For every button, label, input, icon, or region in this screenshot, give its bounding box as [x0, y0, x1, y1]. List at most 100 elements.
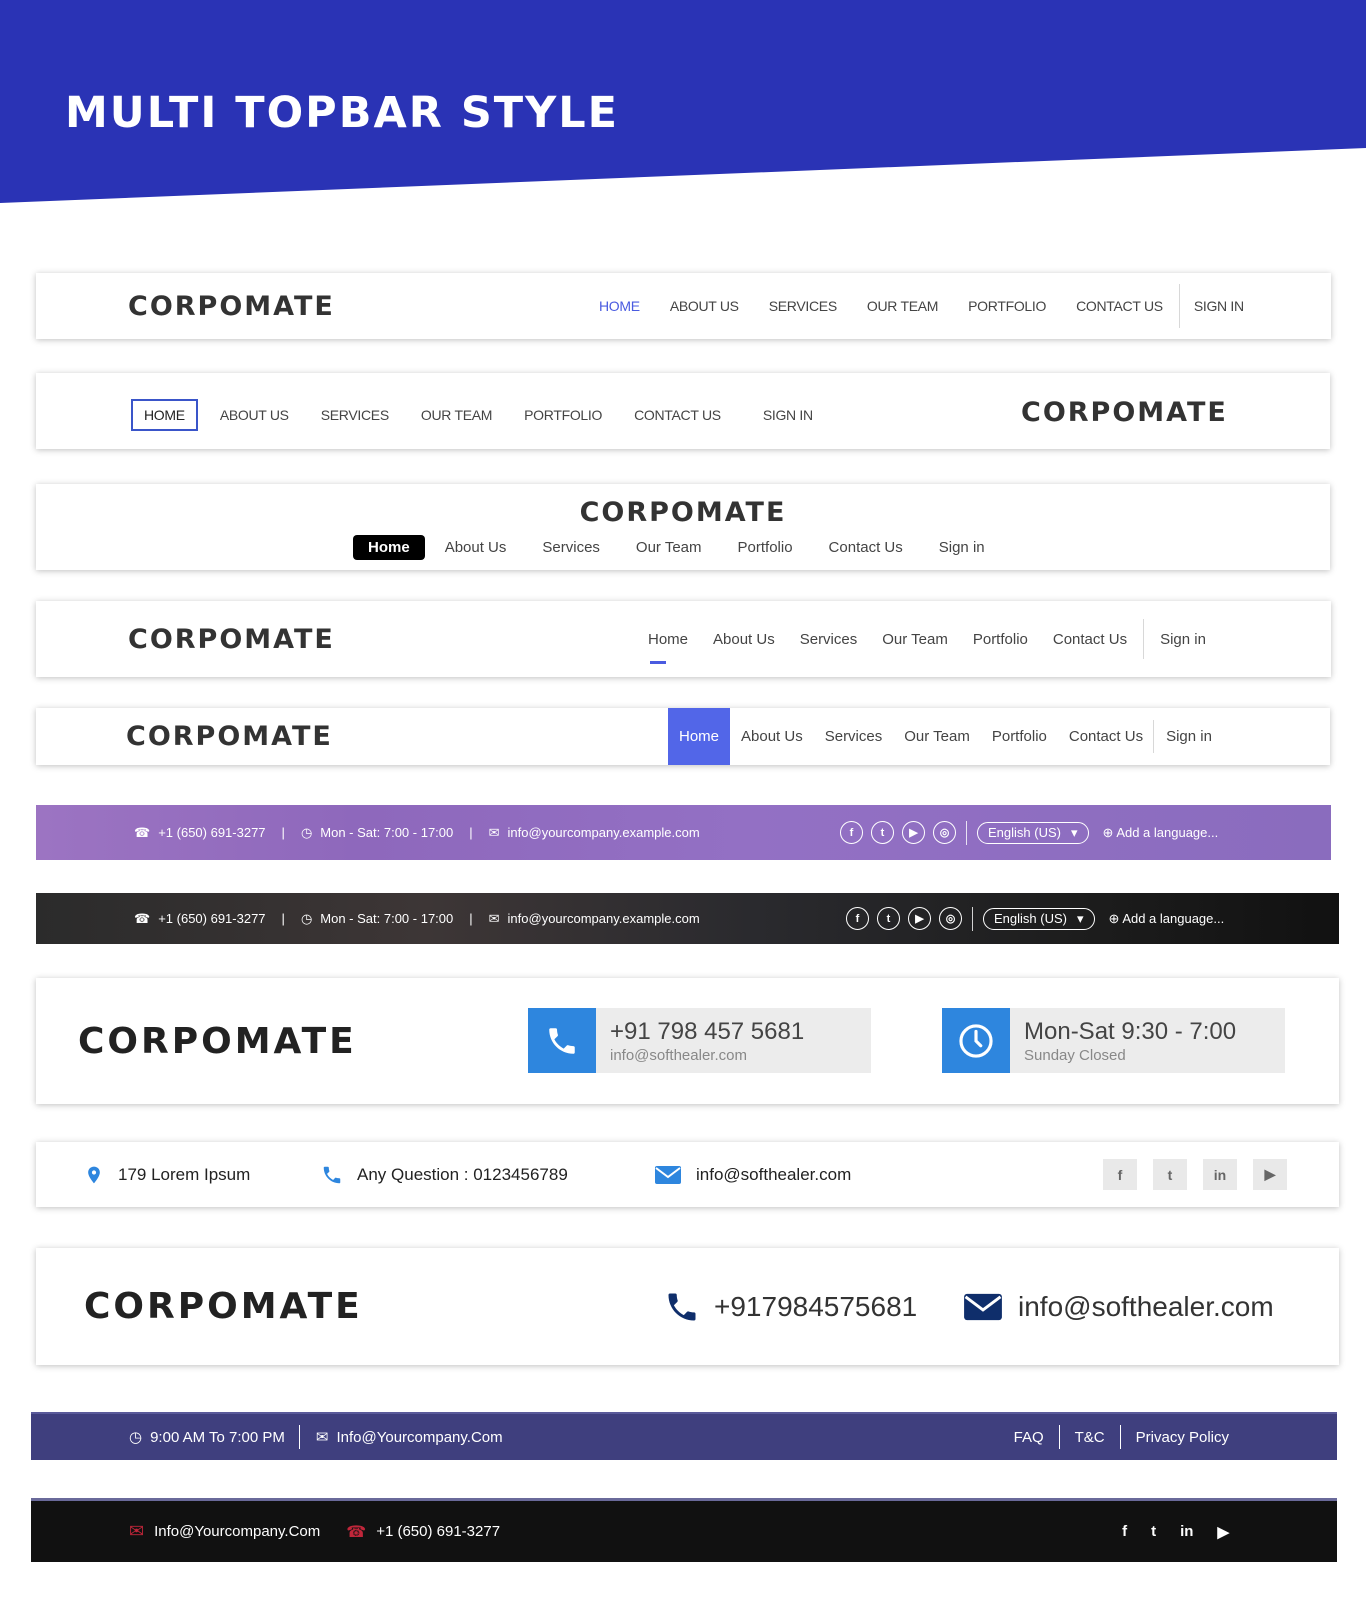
nav-contact[interactable]: Contact Us: [829, 539, 903, 556]
instagram-icon[interactable]: ◎: [939, 907, 962, 930]
facebook-icon[interactable]: f: [1122, 1523, 1127, 1540]
main-nav: HOME ABOUT US SERVICES OUR TEAM PORTFOLI…: [131, 399, 845, 431]
linkedin-icon[interactable]: in: [1203, 1159, 1237, 1190]
logo[interactable]: CORPOMATE: [1021, 397, 1228, 428]
email-link[interactable]: info@yourcompany.example.com: [508, 825, 700, 840]
nav-signin[interactable]: SIGN IN: [1194, 298, 1244, 314]
twitter-icon[interactable]: t: [877, 907, 900, 930]
language-select[interactable]: English (US) ▾: [983, 907, 1095, 930]
nav-portfolio[interactable]: Portfolio: [973, 631, 1028, 648]
info-topbar-dark: ☎ +1 (650) 691-3277 | ◷ Mon - Sat: 7:00 …: [36, 893, 1339, 944]
question-item: Any Question : 0123456789: [321, 1142, 568, 1207]
divider: [966, 820, 967, 845]
email-link[interactable]: info@yourcompany.example.com: [508, 911, 700, 926]
nav-services[interactable]: SERVICES: [321, 407, 389, 423]
nav-contact[interactable]: CONTACT US: [634, 407, 721, 423]
nav-signin[interactable]: Sign in: [939, 539, 985, 556]
faq-link[interactable]: FAQ: [1014, 1429, 1044, 1446]
nav-contact[interactable]: CONTACT US: [1076, 298, 1163, 314]
logo[interactable]: CORPOMATE: [128, 624, 335, 655]
youtube-icon[interactable]: ▶: [1217, 1523, 1229, 1541]
opening-hours: Mon - Sat: 7:00 - 17:00: [320, 911, 454, 926]
nav-team[interactable]: Our Team: [882, 631, 948, 648]
social-and-language: f t ▶ ◎ English (US) ▾ ⊕ Add a language..…: [846, 893, 1224, 944]
language-label: English (US): [988, 825, 1061, 840]
topbar-style-5: CORPOMATE Home About Us Services Our Tea…: [36, 708, 1330, 765]
phone-number[interactable]: +1 (650) 691-3277: [158, 825, 265, 840]
twitter-icon[interactable]: t: [1153, 1159, 1187, 1190]
nav-about[interactable]: About Us: [741, 728, 803, 745]
nav-portfolio[interactable]: Portfolio: [738, 539, 793, 556]
phone-number[interactable]: +91 798 457 5681: [610, 1018, 804, 1046]
nav-home[interactable]: Home: [648, 630, 689, 664]
nav-team[interactable]: OUR TEAM: [867, 298, 939, 314]
email-link[interactable]: Info@Yourcompany.Com: [154, 1523, 320, 1540]
privacy-link[interactable]: Privacy Policy: [1136, 1429, 1229, 1446]
phone-icon: [668, 1293, 696, 1320]
logo[interactable]: CORPOMATE: [78, 1021, 357, 1062]
info-topbar-purple: ☎ +1 (650) 691-3277 | ◷ Mon - Sat: 7:00 …: [36, 805, 1331, 860]
nav-about[interactable]: About Us: [445, 539, 507, 556]
terms-link[interactable]: T&C: [1075, 1429, 1105, 1446]
topbar-style-3: CORPOMATE Home About Us Services Our Tea…: [36, 484, 1330, 570]
youtube-icon[interactable]: ▶: [908, 907, 931, 930]
nav-home[interactable]: HOME: [599, 298, 640, 314]
add-language-link[interactable]: ⊕ Add a language...: [1109, 911, 1225, 927]
nav-portfolio[interactable]: PORTFOLIO: [968, 298, 1046, 314]
nav-about[interactable]: ABOUT US: [670, 298, 739, 314]
topbar-style-8: CORPOMATE +91 798 457 5681 info@softheal…: [36, 978, 1339, 1104]
youtube-icon[interactable]: ▶: [902, 821, 925, 844]
nav-signin[interactable]: Sign in: [1166, 728, 1212, 745]
nav-contact[interactable]: Contact Us: [1069, 728, 1143, 745]
facebook-icon[interactable]: f: [840, 821, 863, 844]
email-and-phone: ✉ Info@Yourcompany.Com ☎ +1 (650) 691-32…: [129, 1501, 500, 1562]
language-select[interactable]: English (US) ▾: [977, 821, 1089, 844]
nav-services[interactable]: Services: [542, 539, 600, 556]
phone-number[interactable]: +917984575681: [714, 1291, 917, 1323]
phone-number[interactable]: +1 (650) 691-3277: [158, 911, 265, 926]
email-text[interactable]: info@softhealer.com: [696, 1165, 851, 1185]
nav-about[interactable]: ABOUT US: [220, 407, 289, 423]
nav-portfolio[interactable]: PORTFOLIO: [524, 407, 602, 423]
email-text[interactable]: info@softhealer.com: [1018, 1291, 1274, 1323]
nav-contact[interactable]: Contact Us: [1053, 631, 1127, 648]
main-nav: Home About Us Services Our Team Portfoli…: [668, 708, 1234, 765]
nav-signin[interactable]: SIGN IN: [763, 407, 813, 423]
logo[interactable]: CORPOMATE: [36, 497, 1330, 528]
facebook-icon[interactable]: f: [846, 907, 869, 930]
nav-divider: [1178, 284, 1180, 328]
nav-services[interactable]: SERVICES: [769, 298, 837, 314]
separator: [298, 1425, 300, 1449]
nav-team[interactable]: OUR TEAM: [421, 407, 493, 423]
phone-contact-box: +91 798 457 5681 info@softhealer.com: [528, 1008, 871, 1073]
separator: |: [469, 825, 473, 840]
email-text[interactable]: info@softhealer.com: [610, 1047, 747, 1064]
twitter-icon[interactable]: t: [1151, 1523, 1156, 1540]
nav-signin[interactable]: Sign in: [1160, 631, 1206, 648]
nav-home[interactable]: HOME: [131, 399, 198, 431]
logo[interactable]: CORPOMATE: [84, 1286, 363, 1327]
nav-about[interactable]: About Us: [713, 631, 775, 648]
nav-team[interactable]: Our Team: [636, 539, 702, 556]
question-text[interactable]: Any Question : 0123456789: [357, 1165, 568, 1185]
logo[interactable]: CORPOMATE: [128, 291, 335, 322]
phone-number[interactable]: +1 (650) 691-3277: [376, 1523, 500, 1540]
twitter-icon[interactable]: t: [871, 821, 894, 844]
nav-home[interactable]: Home: [668, 708, 731, 765]
nav-home-label: Home: [648, 630, 689, 648]
nav-services[interactable]: Services: [800, 631, 858, 648]
nav-services[interactable]: Services: [825, 728, 883, 745]
instagram-icon[interactable]: ◎: [933, 821, 956, 844]
nav-team[interactable]: Our Team: [904, 728, 970, 745]
linkedin-icon[interactable]: in: [1180, 1523, 1193, 1540]
opening-hours: 9:00 AM To 7:00 PM: [150, 1428, 285, 1446]
nav-portfolio[interactable]: Portfolio: [992, 728, 1047, 745]
clock-icon: [942, 1008, 1010, 1073]
add-language-link[interactable]: ⊕ Add a language...: [1103, 825, 1219, 841]
email-link[interactable]: Info@Yourcompany.Com: [336, 1429, 502, 1446]
logo[interactable]: CORPOMATE: [126, 721, 333, 752]
nav-home[interactable]: Home: [353, 535, 425, 560]
main-nav: Home About Us Services Our Team Portfoli…: [353, 535, 1021, 560]
facebook-icon[interactable]: f: [1103, 1159, 1137, 1190]
youtube-icon[interactable]: ▶: [1253, 1159, 1287, 1190]
